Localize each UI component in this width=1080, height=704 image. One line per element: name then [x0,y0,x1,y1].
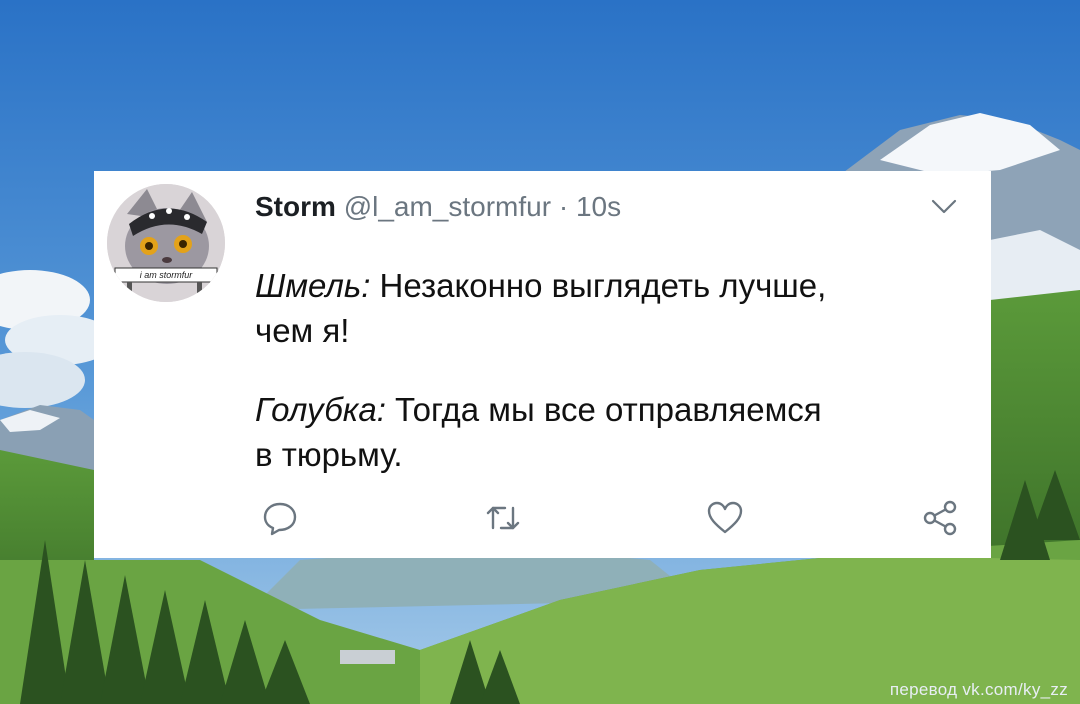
share-icon[interactable] [920,498,960,538]
user-handle[interactable]: @l_am_stormfur [344,191,551,222]
retweet-icon[interactable] [483,498,523,538]
speaker-name: Голубка: [255,391,386,428]
avatar-cat-drawing [107,184,225,302]
meta-separator: · [558,191,569,222]
line-text: в тюрьму. [255,436,403,473]
tweet-text-line: чем я! [255,310,349,352]
speaker-name: Шмель: [255,267,371,304]
avatar-banner-text: i am stormfur [139,270,193,280]
tweet-timestamp[interactable]: 10s [576,191,621,222]
tweet-text-line: Голубка: Тогда мы все отправляемся [255,389,822,431]
avatar[interactable]: i am stormfur [107,184,225,302]
heart-icon[interactable] [705,498,745,538]
tweet-card: i am stormfur Storm @l_am_stormfur · 10s… [94,171,991,558]
line-text: Незаконно выглядеть лучше, [370,267,827,304]
tweet-header: Storm @l_am_stormfur · 10s [255,191,621,223]
watermark: перевод vk.com/ky_zz [889,680,1068,699]
reply-icon[interactable] [260,498,300,538]
chevron-down-icon[interactable] [931,197,957,215]
display-name[interactable]: Storm [255,191,336,222]
tweet-text-line: в тюрьму. [255,434,403,476]
line-text: чем я! [255,312,350,349]
line-text: Тогда мы все отправляемся [385,391,822,428]
tweet-text-line: Шмель: Незаконно выглядеть лучше, [255,265,826,307]
